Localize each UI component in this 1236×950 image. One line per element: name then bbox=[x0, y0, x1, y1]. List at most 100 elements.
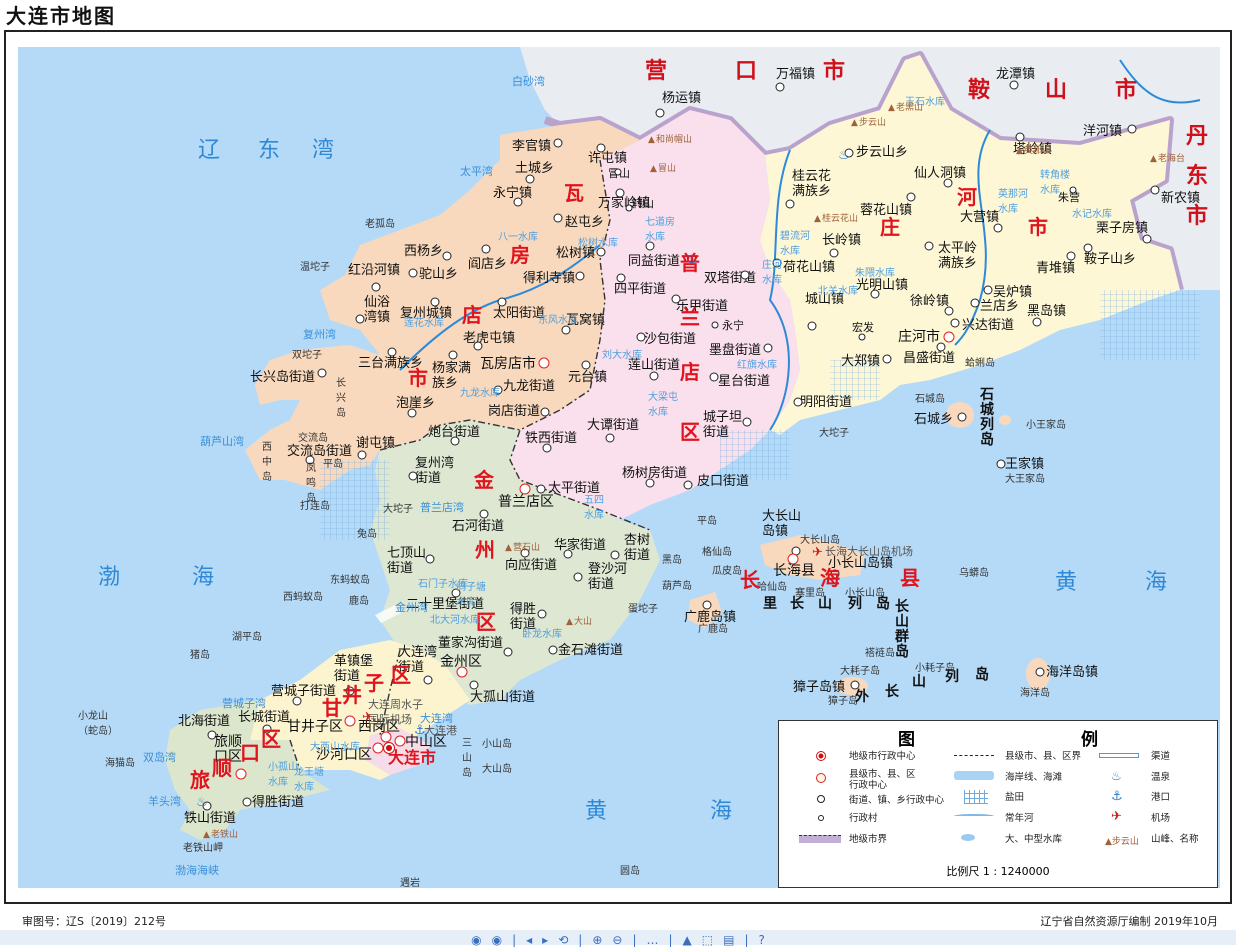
legend-title: 图 例 bbox=[779, 725, 1217, 750]
town-label: 桂云花 满族乡 bbox=[792, 169, 831, 199]
toolbar-button-icon[interactable]: … bbox=[646, 930, 658, 945]
town-marker-icon bbox=[611, 551, 620, 560]
mountain-label: 冒山 bbox=[658, 162, 676, 177]
viewer-toolbar: ◉◉|◂▸⟲|⊕⊖|…|▲⬚▤|? bbox=[0, 930, 1236, 945]
town-marker-icon bbox=[1010, 81, 1019, 90]
toolbar-button-icon[interactable]: ◉ bbox=[471, 930, 481, 945]
town-label: 董家沟街道 bbox=[438, 636, 503, 651]
water-body-label: 羊头湾 bbox=[148, 794, 181, 809]
town-marker-icon bbox=[650, 372, 659, 381]
town-marker-icon bbox=[1084, 244, 1093, 253]
town-marker-icon bbox=[554, 139, 563, 148]
town-marker-icon bbox=[808, 322, 817, 331]
legend-label: 行政村 bbox=[849, 813, 878, 824]
island-label: 猪岛 bbox=[190, 648, 210, 663]
town-label: 杏树 街道 bbox=[624, 533, 650, 563]
region-name-lushun: 区 bbox=[261, 732, 281, 747]
town-marker-icon bbox=[1128, 125, 1137, 134]
island-label: 石城岛 bbox=[915, 392, 945, 407]
reservoir-label: 北关水库 bbox=[818, 284, 858, 299]
island-label: 瓜皮岛 bbox=[712, 564, 742, 579]
town-label: 四平街道 bbox=[614, 282, 666, 297]
town-label: 红沿河镇 bbox=[348, 263, 400, 278]
legend-label: 温泉 bbox=[1151, 772, 1170, 783]
water-body-label: 普兰店湾 bbox=[420, 500, 464, 515]
town-label: 大营镇 bbox=[960, 210, 999, 225]
island-label: 广鹿岛 bbox=[698, 622, 728, 637]
toolbar-button-icon[interactable]: ⊖ bbox=[612, 930, 622, 945]
reservoir-label: 八一水库 bbox=[498, 230, 538, 245]
publisher-credit: 辽宁省自然资源厅编制 2019年10月 bbox=[1041, 913, 1219, 929]
village-marker-icon bbox=[615, 169, 622, 176]
reservoir-label: 刘大水库 bbox=[602, 348, 642, 363]
region-name-wafangdian: 房 bbox=[510, 248, 530, 263]
town-label: 沙包街道 bbox=[644, 332, 696, 347]
mountain-sample-label: 步云山 bbox=[1112, 837, 1139, 847]
town-marker-icon bbox=[358, 451, 367, 460]
legend-label: 山峰、名称 bbox=[1151, 834, 1199, 845]
town-label: 黑岛镇 bbox=[1027, 304, 1066, 319]
toolbar-button-icon[interactable]: ⟲ bbox=[558, 930, 568, 945]
toolbar-button-icon[interactable]: ▤ bbox=[723, 930, 734, 945]
island-label: 平岛 bbox=[323, 457, 343, 472]
island-chain-label: 长 山 群 岛 bbox=[895, 600, 909, 660]
toolbar-button-icon: | bbox=[512, 930, 516, 945]
mountain-label: 老铁山 bbox=[211, 828, 238, 843]
canal-symbol-icon bbox=[1099, 753, 1139, 758]
town-label: 徐岭镇 bbox=[910, 294, 949, 309]
region-name-ganjingzi: 甘 bbox=[322, 701, 342, 716]
reservoir-label: 鸽子塘 水库 bbox=[456, 580, 486, 610]
toolbar-button-icon[interactable]: ⊕ bbox=[592, 930, 602, 945]
toolbar-button-icon[interactable]: ◉ bbox=[492, 930, 502, 945]
town-label: 七顶山 街道 bbox=[387, 546, 426, 576]
legend-label: 机场 bbox=[1151, 813, 1170, 824]
region-name-yingkou: 市 bbox=[823, 64, 845, 79]
legend-label: 港口 bbox=[1151, 792, 1170, 803]
town-label: 万福镇 bbox=[776, 67, 815, 82]
toolbar-button-icon[interactable]: ⬚ bbox=[702, 930, 713, 945]
village-label: 转山 bbox=[632, 196, 654, 211]
town-marker-icon bbox=[907, 193, 916, 202]
town-marker-icon bbox=[617, 274, 626, 283]
village-marker-icon bbox=[712, 322, 719, 329]
island-label: 圆岛 bbox=[620, 864, 640, 879]
mountain-label: 英那山 bbox=[1024, 144, 1051, 159]
town-label: 阎店乡 bbox=[468, 257, 507, 272]
sea-name-label: 海 bbox=[192, 570, 214, 585]
village-marker-icon bbox=[626, 205, 633, 212]
island-label: 獐子岛 bbox=[828, 694, 858, 709]
town-marker-icon bbox=[958, 413, 967, 422]
sea-name-label: 海 bbox=[1145, 575, 1167, 590]
toolbar-button-icon[interactable]: ◂ bbox=[526, 930, 532, 945]
town-label: 王家镇 bbox=[1005, 457, 1044, 472]
legend-label: 县级市、县、区界 bbox=[1005, 751, 1081, 762]
town-symbol-icon bbox=[817, 795, 825, 803]
district-seat-marker-icon bbox=[381, 732, 392, 743]
sea-name-label: 黄 bbox=[585, 804, 607, 819]
town-label: 明阳街道 bbox=[800, 395, 852, 410]
town-label: 石河街道 bbox=[452, 519, 504, 534]
region-name-lushun: 顺 bbox=[212, 761, 232, 776]
town-label: 城子坦 街道 bbox=[703, 410, 742, 440]
district-seat-label: 庄河市 bbox=[898, 330, 940, 345]
sea-name-label: 湾 bbox=[312, 143, 334, 158]
water-body-label: 双岛湾 bbox=[143, 750, 176, 765]
town-marker-icon bbox=[526, 175, 535, 184]
reservoir-label: 红旗水库 bbox=[737, 358, 777, 373]
town-marker-icon bbox=[637, 333, 646, 342]
district-seat-marker-icon bbox=[236, 769, 247, 780]
toolbar-button-icon[interactable]: ▸ bbox=[542, 930, 548, 945]
toolbar-button-icon[interactable]: ▲ bbox=[683, 930, 692, 945]
region-name-jinzhou: 金 bbox=[474, 473, 494, 488]
island-label: 温坨子 bbox=[300, 260, 330, 275]
toolbar-button-icon: | bbox=[632, 930, 636, 945]
legend-label: 街道、镇、乡行政中心 bbox=[849, 795, 944, 806]
town-label: 华家街道 bbox=[554, 538, 606, 553]
region-name-pulandian: 店 bbox=[680, 365, 700, 380]
water-body-label: 葫芦山湾 bbox=[200, 434, 244, 449]
region-name-pulandian: 区 bbox=[680, 425, 700, 440]
town-marker-icon bbox=[764, 344, 773, 353]
toolbar-button-icon[interactable]: ? bbox=[759, 930, 765, 945]
region-name-yingkou: 口 bbox=[735, 64, 757, 79]
island-label: 湖平岛 bbox=[232, 630, 262, 645]
